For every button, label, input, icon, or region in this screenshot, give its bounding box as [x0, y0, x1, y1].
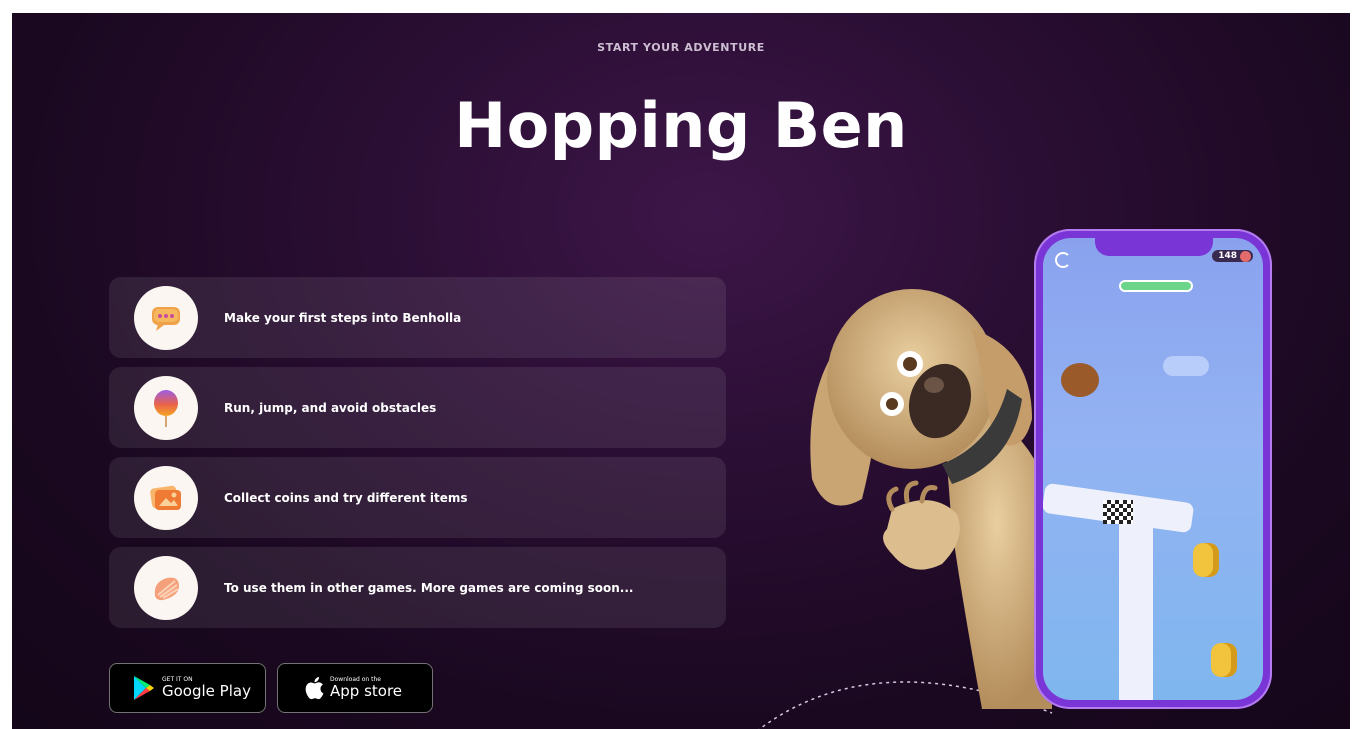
- google-play-label: Google Play: [162, 682, 251, 700]
- coin: [1193, 543, 1219, 577]
- chat-bubble-icon: [134, 285, 198, 350]
- ben-dog-illustration: [810, 289, 1052, 709]
- bear-item-icon: [1061, 363, 1099, 397]
- cloud-decoration: [1163, 356, 1209, 376]
- game-screen: 148: [1043, 238, 1263, 700]
- phone-notch: [1095, 238, 1213, 256]
- progress-bar: [1121, 282, 1191, 290]
- shell-icon: [134, 555, 198, 620]
- finish-flag: [1103, 500, 1133, 524]
- hero-eyebrow: START YOUR ADVENTURE: [597, 41, 765, 54]
- restart-icon: [1055, 252, 1071, 268]
- feature-text: Collect coins and try different items: [224, 490, 468, 505]
- apple-icon: [305, 677, 324, 700]
- photo-card-icon: [134, 465, 198, 530]
- feature-item: Run, jump, and avoid obstacles: [109, 367, 726, 448]
- feature-list: Make your first steps into Benholla Run,…: [109, 277, 726, 637]
- feature-text: Make your first steps into Benholla: [224, 310, 462, 325]
- google-play-button[interactable]: GET IT ON Google Play: [109, 663, 266, 713]
- coin-count: 148: [1218, 251, 1237, 261]
- coin: [1211, 643, 1237, 677]
- phone-mockup: 148: [1034, 229, 1272, 709]
- coin-icon: [1240, 251, 1251, 262]
- app-store-label: App store: [330, 682, 403, 700]
- feature-item: Collect coins and try different items: [109, 457, 726, 538]
- app-store-button[interactable]: Download on the App store: [277, 663, 433, 713]
- feature-text: Run, jump, and avoid obstacles: [224, 400, 437, 415]
- feature-item: To use them in other games. More games a…: [109, 547, 726, 628]
- feature-item: Make your first steps into Benholla: [109, 277, 726, 358]
- hero-title: Hopping Ben: [454, 89, 908, 162]
- balloon-icon: [134, 375, 198, 440]
- platform-pillar: [1119, 508, 1153, 700]
- google-play-icon: [134, 676, 154, 700]
- feature-text: To use them in other games. More games a…: [224, 580, 634, 595]
- hero-section: START YOUR ADVENTURE Hopping Ben Make yo…: [12, 13, 1350, 729]
- coin-counter: 148: [1212, 250, 1253, 262]
